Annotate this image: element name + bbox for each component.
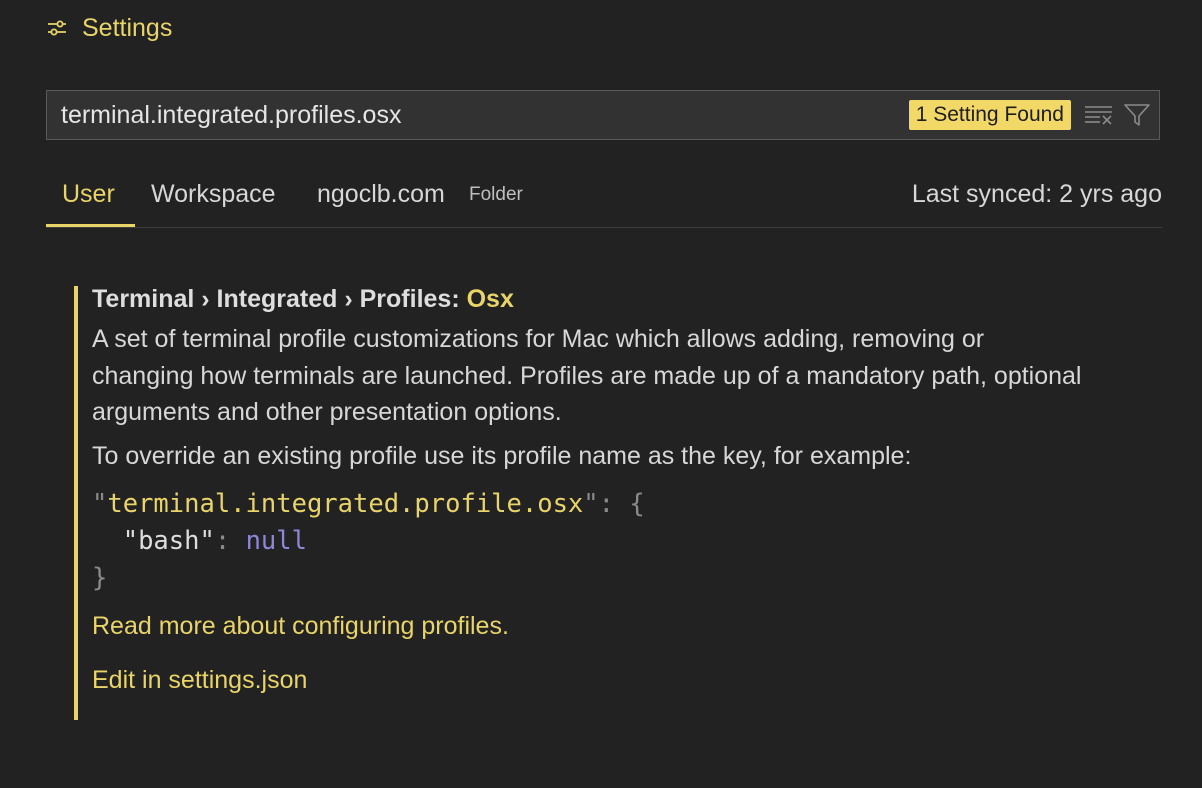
code-quote: ": [92, 488, 108, 519]
sync-status: Last synced: 2 yrs ago: [911, 180, 1162, 208]
setting-content: Terminal › Integrated › Profiles: Osx A …: [92, 285, 1152, 695]
tab-workspace[interactable]: Workspace: [151, 180, 276, 209]
read-more-link[interactable]: Read more about configuring profiles.: [92, 611, 1152, 641]
settings-scope-tabs: User Workspace ngoclb.com Folder Last sy…: [46, 163, 1162, 228]
settings-search-bar: 1 Setting Found: [46, 90, 1160, 140]
active-tab-indicator: [46, 224, 135, 227]
code-quote: ": [583, 488, 599, 519]
override-hint: To override an existing profile use its …: [92, 441, 912, 470]
code-example: "terminal.integrated.profile.osx": { "ba…: [92, 486, 1152, 597]
code-open-brace: : {: [598, 488, 645, 519]
clear-filter-icon[interactable]: [1083, 99, 1115, 131]
filter-icon[interactable]: [1121, 99, 1153, 131]
settings-sliders-icon: [46, 17, 68, 39]
setting-key: Osx: [466, 285, 514, 313]
page-title: Settings: [82, 13, 173, 42]
setting-description: A set of terminal profile customizations…: [92, 325, 1082, 426]
code-property: terminal.integrated.profile.osx: [107, 488, 584, 519]
results-count-badge: 1 Setting Found: [908, 100, 1071, 130]
setting-title: Terminal › Integrated › Profiles: Osx: [92, 285, 1152, 313]
settings-header: Settings: [46, 12, 172, 44]
search-input[interactable]: [47, 90, 909, 140]
tab-user[interactable]: User: [62, 180, 115, 209]
setting-item: Terminal › Integrated › Profiles: Osx A …: [74, 285, 1162, 720]
edit-in-settings-json-link[interactable]: Edit in settings.json: [92, 665, 1152, 695]
code-close-brace: }: [92, 562, 108, 593]
code-colon: :: [214, 525, 246, 556]
code-null-value: null: [245, 525, 307, 556]
setting-breadcrumb: Terminal › Integrated › Profiles:: [92, 285, 467, 313]
modified-indicator-bar: [74, 286, 78, 720]
code-inner-key: "bash": [122, 525, 215, 556]
settings-editor: Settings 1 Setting Found User Workspace …: [0, 0, 1202, 788]
folder-tag: Folder: [469, 184, 523, 205]
tab-folder[interactable]: ngoclb.com: [317, 180, 445, 209]
